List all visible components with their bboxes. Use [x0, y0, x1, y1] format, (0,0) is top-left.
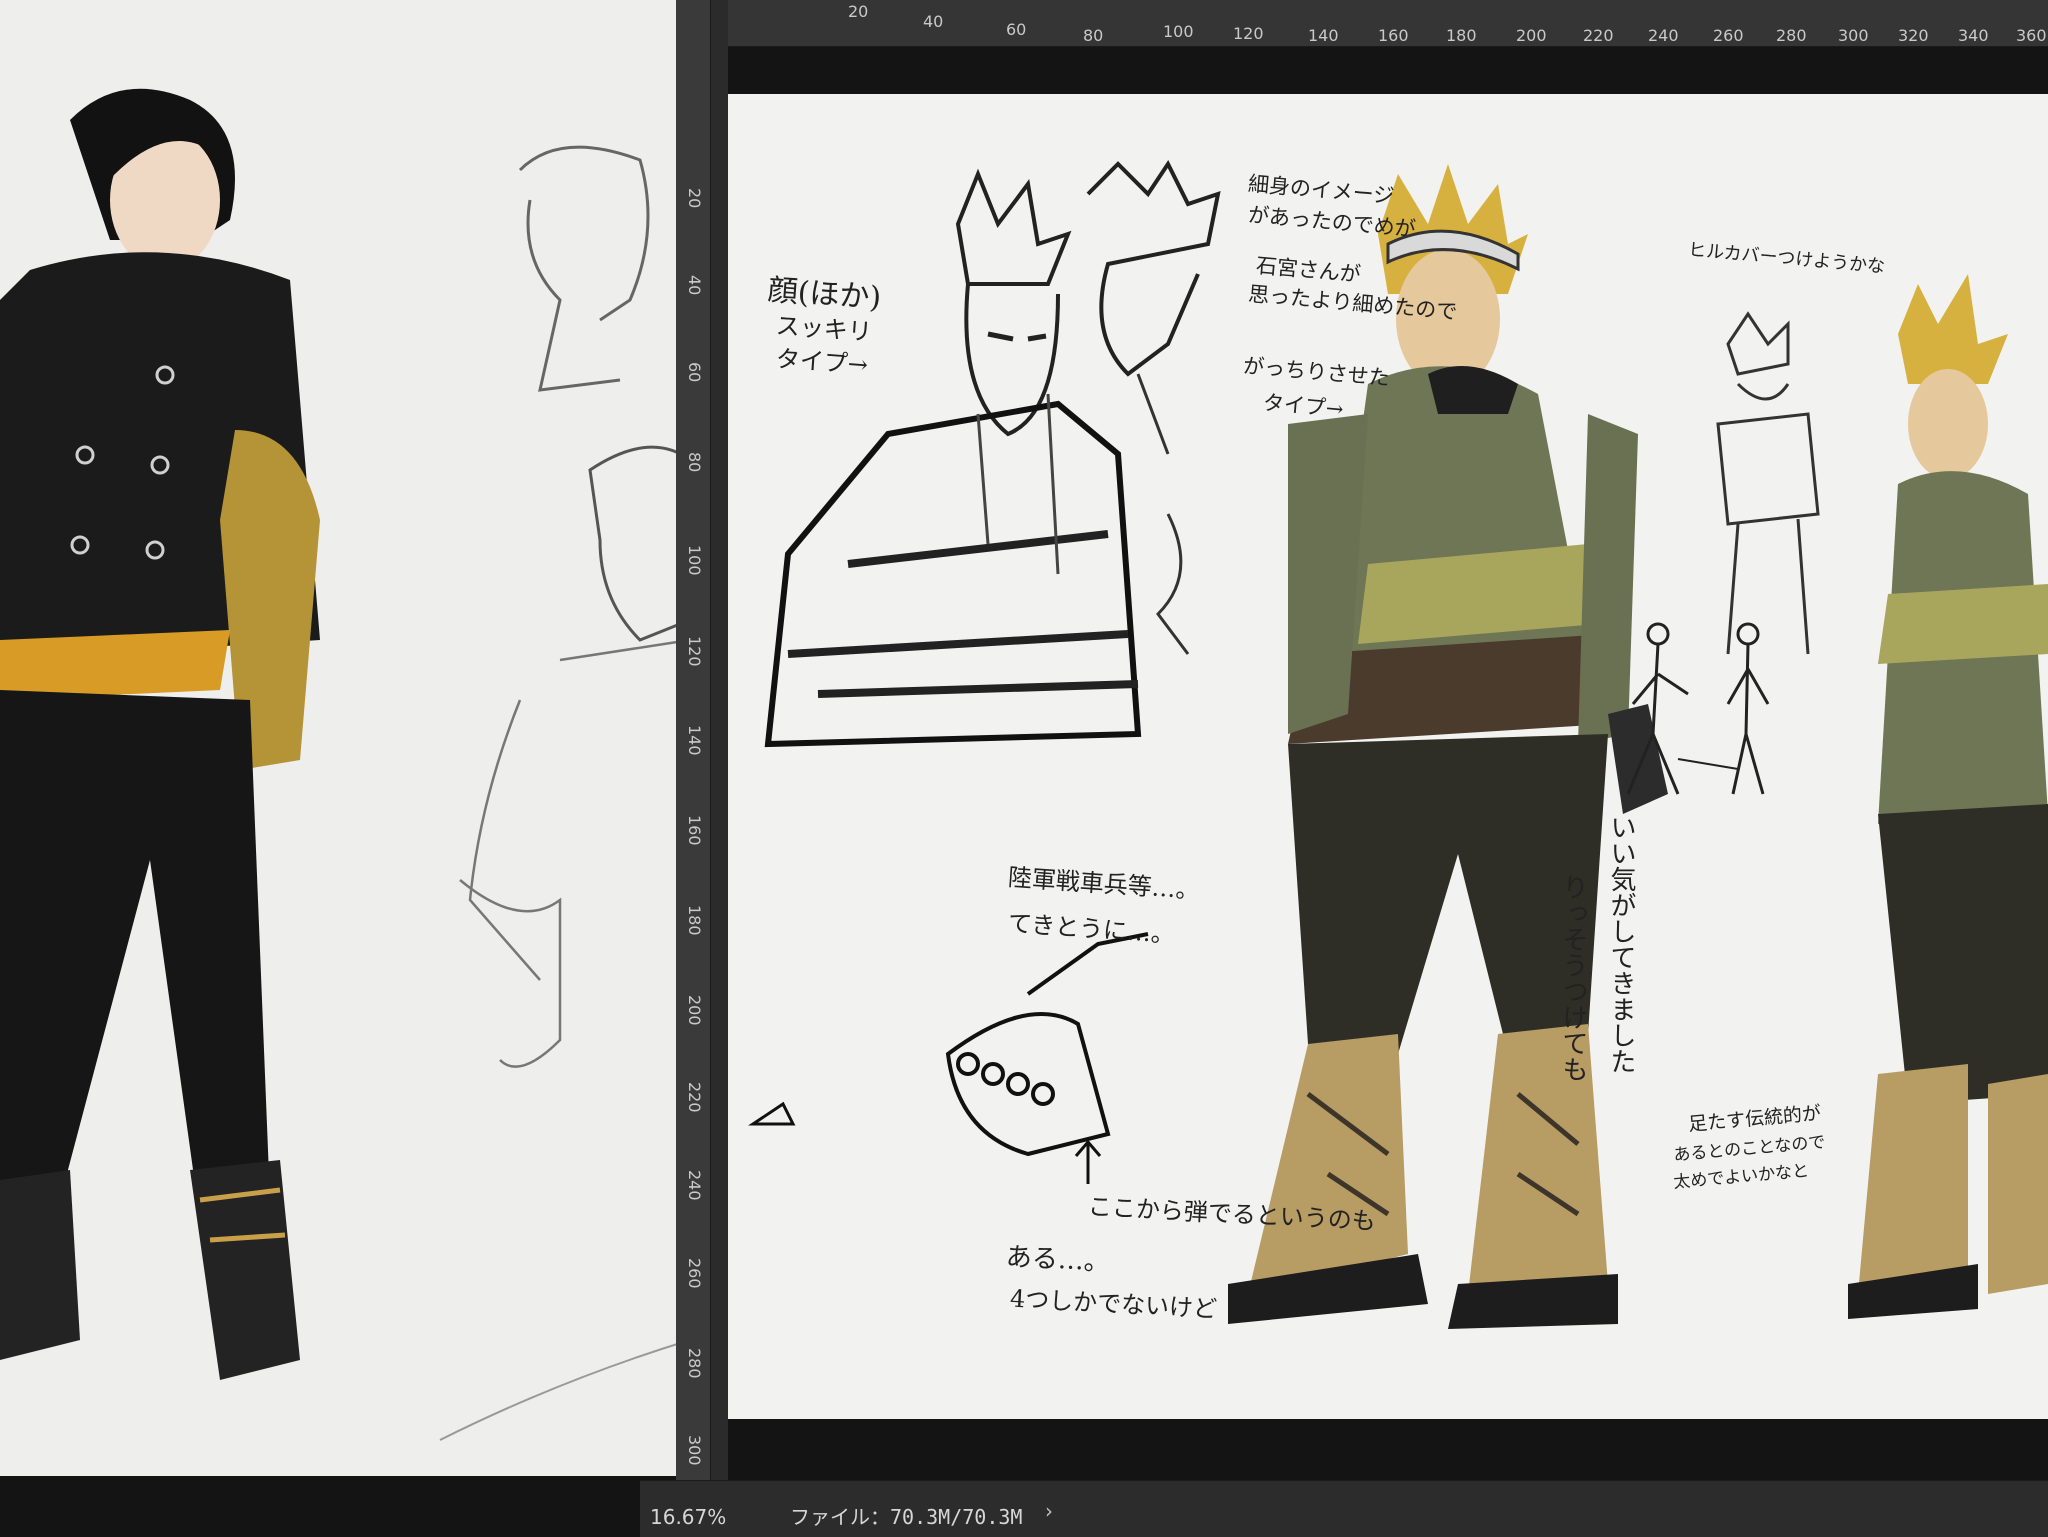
ruler-tick-label: 240 — [685, 1170, 704, 1201]
ruler-tick-label: 140 — [1308, 26, 1339, 45]
ruler-tick-label: 320 — [1898, 26, 1929, 45]
annotation-vertical-2: りっそうつけても — [1558, 874, 1588, 1082]
status-bar: 16.67% ファイル：70.3M/70.3M › — [640, 1480, 2048, 1537]
ruler-tick-label: 100 — [1163, 22, 1194, 41]
ruler-tick-label: 140 — [685, 725, 704, 756]
ruler-tick-label: 160 — [685, 815, 704, 846]
main-document-canvas[interactable]: 顔(ほか) スッキリ タイプ→ 細身のイメージ があったのでめが 石宮さんが 思… — [728, 94, 2048, 1419]
ruler-tick-label: 240 — [1648, 26, 1679, 45]
vertical-ruler[interactable]: 20 40 60 80 100 120 140 160 180 200 220 … — [676, 0, 711, 1536]
ruler-tick-label: 300 — [685, 1435, 704, 1466]
character-artwork-left — [0, 88, 692, 1441]
status-expand-arrow-icon[interactable]: › — [1045, 1499, 1053, 1523]
annotation-gun-2: ある…。 — [1005, 1242, 1111, 1278]
ruler-tick-label: 120 — [685, 636, 704, 667]
ruler-tick-label: 220 — [685, 1082, 704, 1113]
ruler-tick-label: 260 — [685, 1258, 704, 1289]
ruler-tick-label: 80 — [1083, 26, 1104, 45]
ruler-tick-label: 220 — [1583, 26, 1614, 45]
ruler-tick-label: 180 — [685, 905, 704, 936]
ruler-tick-label: 160 — [1378, 26, 1409, 45]
ruler-tick-label: 100 — [685, 545, 704, 576]
ruler-tick-label: 280 — [685, 1348, 704, 1379]
ruler-tick-label: 20 — [685, 188, 704, 209]
horizontal-ruler[interactable]: 20 40 60 80 100 120 140 160 180 200 220 … — [728, 0, 2048, 47]
file-size-info: ファイル：70.3M/70.3M — [790, 1505, 1023, 1529]
ruler-tick-label: 300 — [1838, 26, 1869, 45]
ruler-tick-label: 40 — [685, 275, 704, 296]
left-document-canvas[interactable] — [0, 0, 700, 1476]
ruler-tick-label: 200 — [685, 995, 704, 1026]
ruler-tick-label: 340 — [1958, 26, 1989, 45]
ruler-tick-label: 80 — [685, 452, 704, 473]
ruler-tick-label: 60 — [1006, 20, 1027, 39]
monitor-screen: 20 40 60 80 100 120 140 160 180 200 220 … — [0, 0, 2048, 1537]
ruler-tick-label: 180 — [1446, 26, 1477, 45]
ruler-tick-label: 40 — [923, 12, 944, 31]
annotation-face-line3: タイプ→ — [774, 344, 869, 380]
ruler-tick-label: 120 — [1233, 24, 1264, 43]
ruler-tick-label: 200 — [1516, 26, 1547, 45]
zoom-level[interactable]: 16.67% — [650, 1505, 726, 1529]
annotation-vertical-1: いい気がしてきました — [1606, 814, 1636, 1074]
ruler-tick-label: 20 — [848, 2, 869, 21]
ruler-tick-label: 60 — [685, 362, 704, 383]
ruler-tick-label: 260 — [1713, 26, 1744, 45]
ruler-tick-label: 360 — [2016, 26, 2047, 45]
ruler-tick-label: 280 — [1776, 26, 1807, 45]
